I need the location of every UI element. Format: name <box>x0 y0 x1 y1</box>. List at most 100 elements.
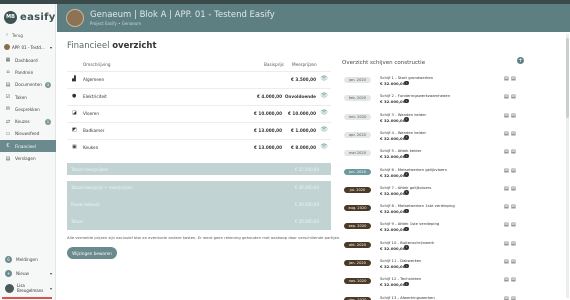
schedule-amount: € 32.000,00 <box>380 264 406 269</box>
document-icon[interactable]: ▤ <box>504 186 509 192</box>
meldingen-link[interactable]: 6 Meldingen <box>0 256 56 263</box>
document-icon[interactable]: ▤ <box>504 131 509 137</box>
schedule-item[interactable]: jan. 2020 Schijf 11 - Dakwerken € 32.000,0… <box>342 257 524 275</box>
info-icon[interactable]: i <box>404 135 409 140</box>
eye-icon[interactable]: 👁 <box>320 126 328 133</box>
document-icon[interactable]: ▤ <box>504 259 509 265</box>
document-icon[interactable]: ▤ <box>511 296 516 300</box>
document-icon[interactable]: ▤ <box>504 149 509 155</box>
sidebar-item-pandrein[interactable]: ⌂ Pandrein <box>0 66 56 78</box>
schedule-item[interactable]: aug. 2020 Schijf 8 - Metselwerken 1ste ve… <box>342 202 524 220</box>
table-row[interactable]: ● Elektriciteit € 4.000,00 Onvoldoende 👁 <box>67 89 331 105</box>
document-icon[interactable]: ▤ <box>504 241 509 247</box>
info-icon[interactable]: i <box>404 263 409 268</box>
home-icon: ⌂ <box>6 69 10 76</box>
document-icon[interactable]: ▤ <box>511 259 516 265</box>
row-basisprijs: € 13.000,00 <box>254 128 282 133</box>
eye-icon[interactable]: 👁 <box>320 109 328 116</box>
sidebar-item-keuzes[interactable]: ⇄ Keuzes 1 <box>0 115 56 127</box>
sidebar-item-label: Verslagen <box>15 156 36 162</box>
page-subtitle: Project Easify • Genaeum <box>90 21 142 26</box>
schedule-item[interactable]: jan. 2020 Schijf 1 - Start grondwerken € 3… <box>342 74 524 92</box>
logo-text: easify <box>20 11 56 23</box>
info-icon[interactable]: i <box>404 226 409 232</box>
document-icon[interactable]: ▤ <box>511 131 516 137</box>
document-icon[interactable]: ▤ <box>511 204 516 210</box>
schedule-label: Schijf 7 - Afdek gelijkvloers <box>380 184 432 190</box>
schedule-item[interactable]: apr. 2020 Schijf 4 - Wanden kelder € 32.00… <box>342 129 524 147</box>
document-icon[interactable]: ▤ <box>511 149 516 155</box>
scrollbar-thumb[interactable] <box>566 38 569 118</box>
date-pill: dec. 2020 <box>344 296 371 300</box>
document-icon[interactable]: ▤ <box>511 222 516 228</box>
table-row[interactable]: ◪ Vloeren € 10.000,00 € 10.000,00 👁 <box>67 106 331 122</box>
eye-icon[interactable]: 👁 <box>320 92 328 99</box>
schedule-item[interactable]: feb. 2020 Schijf 2 - Funderingswerkzaamhe… <box>342 92 524 110</box>
info-icon[interactable]: i <box>404 245 409 250</box>
chat-icon: ✉ <box>5 106 11 113</box>
document-icon[interactable]: ▤ <box>511 94 516 100</box>
info-icon[interactable]: i <box>404 98 409 104</box>
schedule-amount: € 32.000,00 <box>380 209 406 215</box>
info-icon[interactable]: i <box>404 117 409 122</box>
document-icon[interactable]: ▤ <box>504 204 509 210</box>
document-icon[interactable]: ▤ <box>504 113 509 119</box>
section-title: Financieel overzicht <box>67 41 157 51</box>
sidebar-item-documenten[interactable]: ▤ Documenten 3 <box>0 79 56 91</box>
sidebar-item-label: Documenten <box>15 82 42 88</box>
table-row[interactable]: ◩ Badkamer € 13.000,00 € 1.000,00 👁 <box>67 123 331 139</box>
info-icon[interactable]: i <box>404 153 409 159</box>
nieuw-menu[interactable]: + Nieuw ▾ <box>0 270 56 277</box>
sidebar-item-dashboard[interactable]: ▦ Dashboard <box>0 54 56 66</box>
document-icon[interactable]: ▤ <box>511 168 516 174</box>
app-logo[interactable]: MB easify <box>4 10 56 24</box>
schedule-label: Schijf 10 - Buitenschrijnwerk <box>380 239 435 245</box>
schedule-item[interactable]: mrt. 2020 Schijf 3 - Wanden kelder € 32.00… <box>342 111 524 129</box>
schedule-item[interactable]: nov. 2020 Schijf 12 - Technieken € 32.000,… <box>342 275 524 293</box>
document-icon[interactable]: ▤ <box>511 113 516 119</box>
choices-icon: ⇄ <box>5 118 11 125</box>
table-row[interactable]: ▣ Keuken € 13.000,00 € 8.000,00 👁 <box>67 140 331 156</box>
schedule-amount: € 32.000,00 <box>380 99 406 105</box>
info-icon[interactable]: i <box>404 80 409 85</box>
back-link[interactable]: ‹ Terug <box>6 32 23 38</box>
info-icon[interactable]: i <box>404 172 409 177</box>
eye-icon[interactable]: 👁 <box>320 75 328 82</box>
schedule-item[interactable]: okt. 2020 Schijf 10 - Buitenschrijnwerk € … <box>342 239 524 257</box>
user-menu[interactable]: Lisa Breugelmans ▾ <box>0 283 56 294</box>
document-icon[interactable]: ▤ <box>511 186 516 192</box>
document-icon[interactable]: ▤ <box>504 277 509 283</box>
eye-icon[interactable]: 👁 <box>320 143 328 150</box>
schedule-item[interactable]: jul. 2020 Schijf 7 - Afdek gelijkvloers € … <box>342 184 524 202</box>
info-icon[interactable]: i <box>404 190 409 195</box>
document-icon[interactable]: ▤ <box>504 76 509 82</box>
sidebar-item-verslagen[interactable]: ▤ Verslagen <box>0 152 56 164</box>
document-icon[interactable]: ▤ <box>511 76 516 82</box>
sidebar-item-financieel[interactable]: € Financieel <box>0 140 56 153</box>
save-button[interactable]: Wijzingen bewaren <box>67 247 117 259</box>
info-icon[interactable]: i <box>404 281 409 287</box>
back-label: Terug <box>12 32 23 38</box>
document-icon[interactable]: ▤ <box>504 168 509 174</box>
scrollbar[interactable] <box>566 34 569 298</box>
document-icon[interactable]: ▤ <box>511 277 516 283</box>
document-icon[interactable]: ▤ <box>504 222 509 228</box>
schedule-item[interactable]: sep. 2020 Schijf 9 - Afdek 1ste verdiepin… <box>342 220 524 238</box>
summary-row: Totaal € 20.000,00 <box>67 215 331 230</box>
schedule-item[interactable]: dec. 2020Schijf 13 - Afwerkingswerken€ 3… <box>342 294 524 300</box>
sidebar-item-gesprekken[interactable]: ✉ Gesprekken <box>0 103 56 115</box>
document-icon[interactable]: ▤ <box>504 296 509 300</box>
project-selector[interactable]: APP. 01 - Testd... ▾ <box>4 43 52 51</box>
schedule-item[interactable]: jun. 2020 Schijf 6 - Metselwerken gelijkv… <box>342 166 524 184</box>
schedule-item[interactable]: mei 2020 Schijf 5 - Afdek kelder € 32.000,… <box>342 147 524 165</box>
schedule-amount: € 32.000,00 <box>380 282 406 288</box>
info-icon[interactable]: i <box>404 208 409 214</box>
document-icon[interactable]: ▤ <box>504 94 509 100</box>
document-icon[interactable]: ▤ <box>511 241 516 247</box>
table-row[interactable]: ▟ Algemeen € 3.500,00 👁 <box>67 72 331 88</box>
summary-value: € 22.500,00 <box>294 167 319 172</box>
add-button[interactable]: + <box>517 57 524 64</box>
row-meerprijs: € 8.000,00 <box>290 145 316 150</box>
sidebar-item-nieuwsfeed[interactable]: ▭ Nieuwsfeed <box>0 128 56 140</box>
sidebar-item-taken[interactable]: ☑ Taken <box>0 91 56 103</box>
